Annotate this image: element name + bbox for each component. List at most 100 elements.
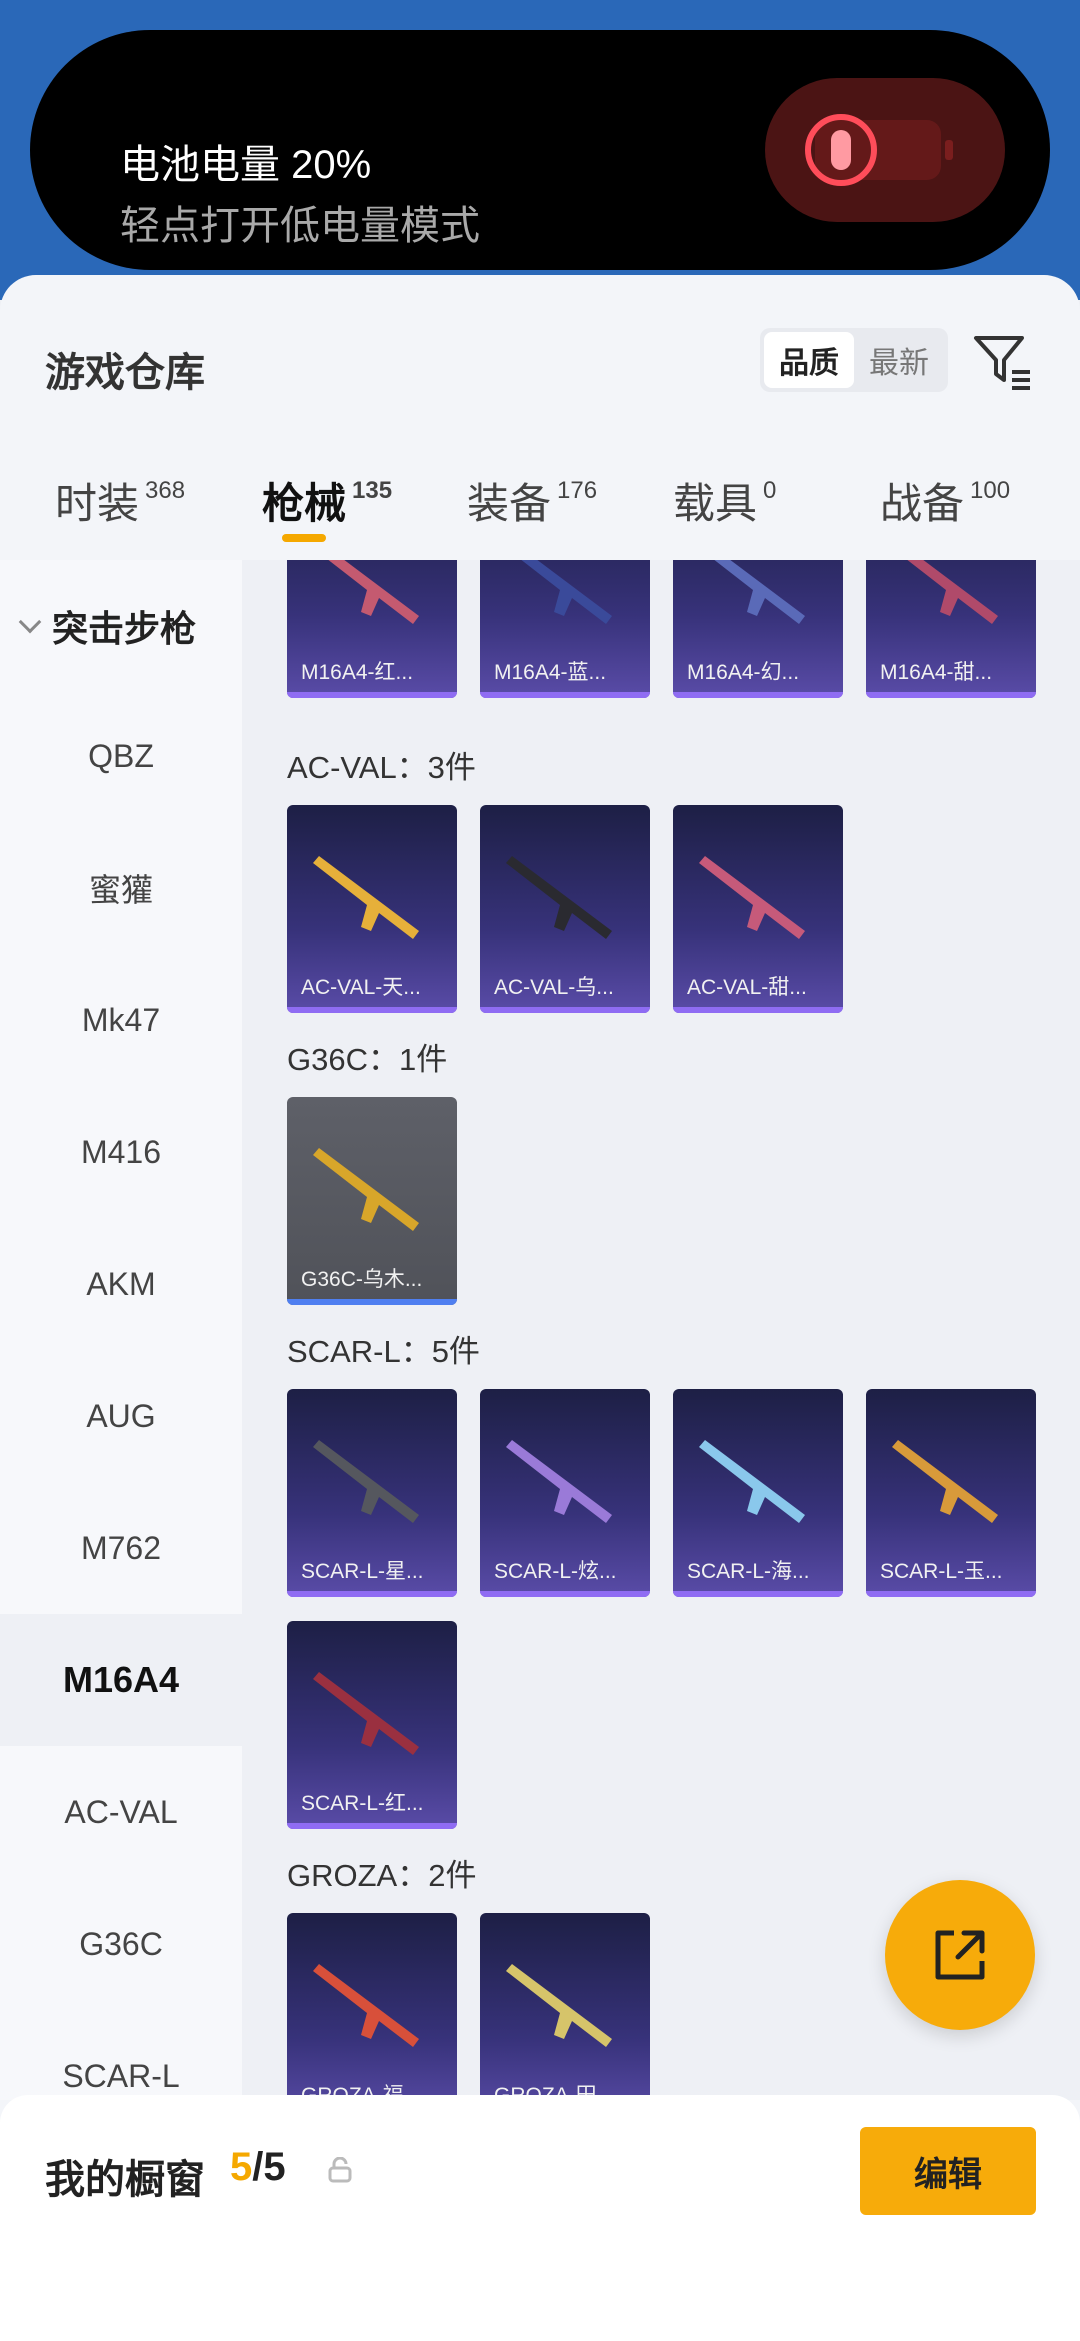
sidebar-item-m16a4[interactable]: M16A4 <box>0 1614 242 1746</box>
group-title-g36c: G36C：1件 <box>287 1042 448 1077</box>
tab-vehicles[interactable]: 载具 0 <box>673 470 776 531</box>
weapon-card[interactable]: GROZA-田... <box>480 1913 650 2100</box>
sort-segmented-control: 品质 最新 <box>760 328 948 392</box>
weapon-card-name: SCAR-L-红... <box>301 1792 424 1815</box>
showcase-count-total: /5 <box>252 2145 286 2189</box>
weapon-card[interactable]: SCAR-L-玉... <box>866 1389 1036 1597</box>
showcase-count: 5/5 <box>230 2145 286 2190</box>
weapon-grid: M16A4-红... M16A4-蓝... M16A4-幻... M16A4-甜… <box>242 560 1080 2100</box>
tab-supplies[interactable]: 战备 100 <box>880 470 1010 531</box>
showcase-count-current: 5 <box>230 2145 253 2189</box>
weapon-card-name: G36C-乌木... <box>301 1268 423 1291</box>
rifle-icon <box>313 1964 419 2047</box>
weapon-card[interactable]: SCAR-L-炫... <box>480 1389 650 1597</box>
showcase-label: 我的橱窗 <box>45 2158 205 2202</box>
sidebar-item-ac-val[interactable]: AC-VAL <box>0 1746 242 1878</box>
sidebar-item-aug[interactable]: AUG <box>0 1350 242 1482</box>
rifle-icon <box>521 560 612 624</box>
tab-fashion[interactable]: 时装 368 <box>55 470 185 531</box>
sort-quality-option[interactable]: 品质 <box>764 332 854 388</box>
sidebar-item-m416[interactable]: M416 <box>0 1086 242 1218</box>
sidebar-item-g36c[interactable]: G36C <box>0 1878 242 2010</box>
sidebar-section-assault-rifle[interactable]: 突击步枪 <box>18 600 196 652</box>
tab-label: 载具 <box>673 480 758 527</box>
battery-tip <box>945 140 953 160</box>
weapon-card-name: SCAR-L-星... <box>301 1560 424 1583</box>
rifle-icon <box>313 856 419 939</box>
weapon-card[interactable]: M16A4-幻... <box>673 560 843 698</box>
rifle-icon <box>699 856 805 939</box>
weapon-card[interactable]: SCAR-L-星... <box>287 1389 457 1597</box>
rarity-bar <box>480 1591 650 1597</box>
rarity-bar <box>866 692 1036 698</box>
weapon-card-name: M16A4-红... <box>301 661 414 684</box>
sidebar-item-akm[interactable]: AKM <box>0 1218 242 1350</box>
showcase-bar: 我的橱窗 5/5 编辑 <box>0 2095 1080 2341</box>
tab-count: 368 <box>145 477 186 504</box>
rarity-bar <box>287 1299 457 1305</box>
sort-newest-option[interactable]: 最新 <box>854 332 944 388</box>
weapon-card-name: SCAR-L-玉... <box>880 1560 1003 1583</box>
weapon-card[interactable]: M16A4-红... <box>287 560 457 698</box>
weapon-card[interactable]: M16A4-蓝... <box>480 560 650 698</box>
tab-count: 135 <box>352 477 393 504</box>
tab-count: 0 <box>763 477 777 504</box>
rarity-bar <box>480 692 650 698</box>
rarity-bar <box>866 1591 1036 1597</box>
weapon-card[interactable]: AC-VAL-甜... <box>673 805 843 1013</box>
sidebar-item-mk47[interactable]: Mk47 <box>0 954 242 1086</box>
sidebar-item-m762[interactable]: M762 <box>0 1482 242 1614</box>
rifle-icon <box>699 1440 805 1523</box>
weapon-card-name: AC-VAL-甜... <box>687 976 807 999</box>
edit-button[interactable]: 编辑 <box>860 2127 1036 2215</box>
tab-label: 时装 <box>55 480 140 527</box>
tab-equipment[interactable]: 装备 176 <box>467 470 597 531</box>
group-title-groza: GROZA：2件 <box>287 1858 477 1893</box>
tab-weapons[interactable]: 枪械 135 <box>262 470 392 531</box>
rarity-bar <box>673 692 843 698</box>
rifle-icon <box>714 560 805 624</box>
share-button[interactable] <box>885 1880 1035 2030</box>
tab-label: 装备 <box>467 480 552 527</box>
rarity-bar <box>287 1007 457 1013</box>
weapon-card[interactable]: SCAR-L-海... <box>673 1389 843 1597</box>
tab-label: 战备 <box>880 480 965 527</box>
tab-count: 176 <box>557 477 598 504</box>
low-battery-banner[interactable]: 电池电量 20% 轻点打开低电量模式 <box>30 30 1050 270</box>
weapon-card[interactable]: GROZA-福... <box>287 1913 457 2100</box>
weapon-card[interactable]: SCAR-L-红... <box>287 1621 457 1829</box>
rifle-icon <box>313 1440 419 1523</box>
sidebar-section-label: 突击步枪 <box>52 608 197 649</box>
sidebar-item-qbz[interactable]: QBZ <box>0 690 242 822</box>
weapon-card-name: SCAR-L-海... <box>687 1560 810 1583</box>
rarity-bar <box>673 1007 843 1013</box>
weapon-card[interactable]: M16A4-甜... <box>866 560 1036 698</box>
rifle-icon <box>313 1672 419 1755</box>
weapon-card-name: SCAR-L-炫... <box>494 1560 617 1583</box>
rifle-icon <box>328 560 419 624</box>
battery-title: 电池电量 20% <box>120 143 372 187</box>
weapon-card-name: M16A4-幻... <box>687 661 800 684</box>
share-external-icon <box>935 1930 985 1980</box>
weapon-card[interactable]: AC-VAL-天... <box>287 805 457 1013</box>
rifle-icon <box>506 1440 612 1523</box>
sidebar-item-honey-badger[interactable]: 蜜獾 <box>0 822 242 954</box>
rarity-bar <box>287 1823 457 1829</box>
weapon-card-name: M16A4-蓝... <box>494 661 607 684</box>
lock-icon <box>328 2157 352 2183</box>
page-title: 游戏仓库 <box>45 351 205 395</box>
weapon-card-name: AC-VAL-天... <box>301 976 421 999</box>
category-tabs: 时装 368 枪械 135 装备 176 载具 0 战备 100 <box>0 450 1080 560</box>
weapon-card-name: M16A4-甜... <box>880 661 993 684</box>
tab-count: 100 <box>970 477 1011 504</box>
group-title-scar-l: SCAR-L：5件 <box>287 1334 480 1369</box>
low-power-toggle[interactable] <box>765 78 1005 222</box>
weapon-card[interactable]: G36C-乌木... <box>287 1097 457 1305</box>
weapon-card[interactable]: AC-VAL-乌... <box>480 805 650 1013</box>
active-tab-indicator <box>282 534 326 542</box>
rarity-bar <box>287 692 457 698</box>
rifle-icon <box>506 856 612 939</box>
rarity-bar <box>287 1591 457 1597</box>
chevron-down-icon <box>18 610 42 634</box>
filter-icon[interactable] <box>972 330 1034 392</box>
